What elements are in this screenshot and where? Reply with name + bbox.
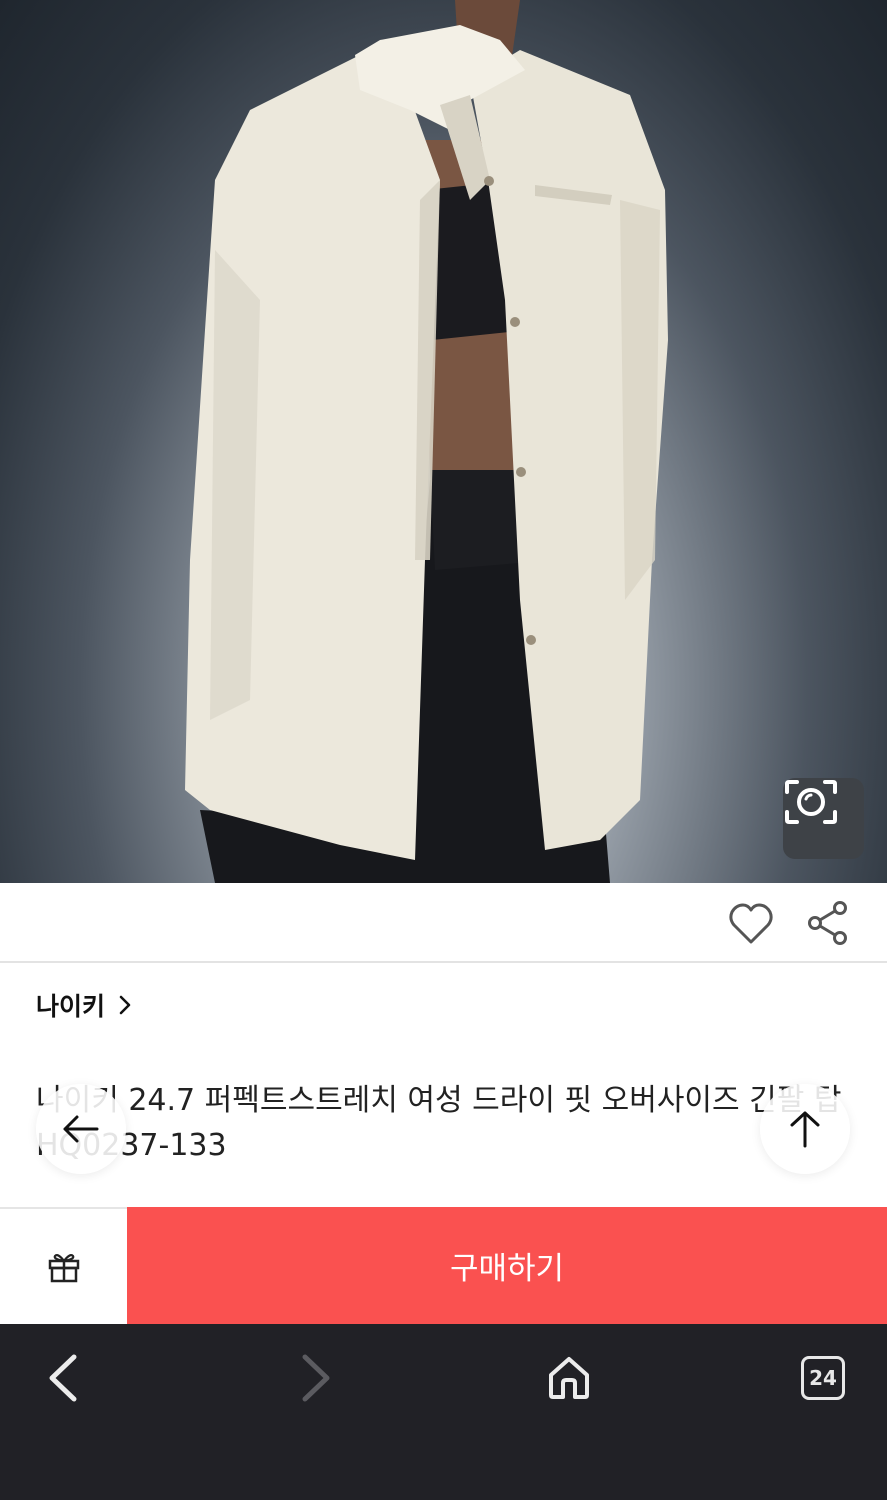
arrow-up-icon	[790, 1111, 820, 1148]
browser-nav-bar: 24	[0, 1324, 887, 1500]
arrow-left-icon	[63, 1115, 99, 1143]
back-floating-button[interactable]	[36, 1084, 126, 1174]
gift-icon	[48, 1253, 79, 1282]
browser-tabs-button[interactable]: 24	[791, 1346, 855, 1410]
browser-home-button[interactable]	[537, 1346, 601, 1410]
browser-forward-button[interactable]	[284, 1346, 348, 1410]
buy-button[interactable]: 구매하기	[127, 1207, 887, 1324]
product-photo	[185, 0, 668, 883]
brand-name: 나이키	[36, 992, 106, 1021]
camera-lens-scan-icon	[785, 780, 837, 824]
browser-back-button[interactable]	[31, 1346, 95, 1410]
chevron-left-icon	[49, 1354, 77, 1402]
like-button[interactable]	[727, 900, 775, 948]
heart-icon	[729, 903, 773, 944]
chevron-right-icon	[302, 1354, 330, 1402]
product-actions	[0, 883, 887, 963]
home-icon	[549, 1357, 589, 1399]
chevron-right-icon	[119, 995, 131, 1015]
tab-count: 24	[801, 1356, 845, 1400]
product-image[interactable]	[0, 0, 887, 883]
share-icon	[808, 901, 847, 945]
share-button[interactable]	[805, 900, 851, 946]
brand-link[interactable]: 나이키	[36, 985, 135, 1025]
visual-search-button[interactable]	[783, 778, 864, 859]
gift-button[interactable]	[0, 1209, 127, 1324]
purchase-bar: 구매하기	[0, 1207, 887, 1324]
product-title: 나이키 24.7 퍼펙트스트레치 여성 드라이 핏 오버사이즈 긴팔 탑 HQ0…	[36, 1083, 842, 1163]
scroll-top-button[interactable]	[760, 1084, 850, 1174]
